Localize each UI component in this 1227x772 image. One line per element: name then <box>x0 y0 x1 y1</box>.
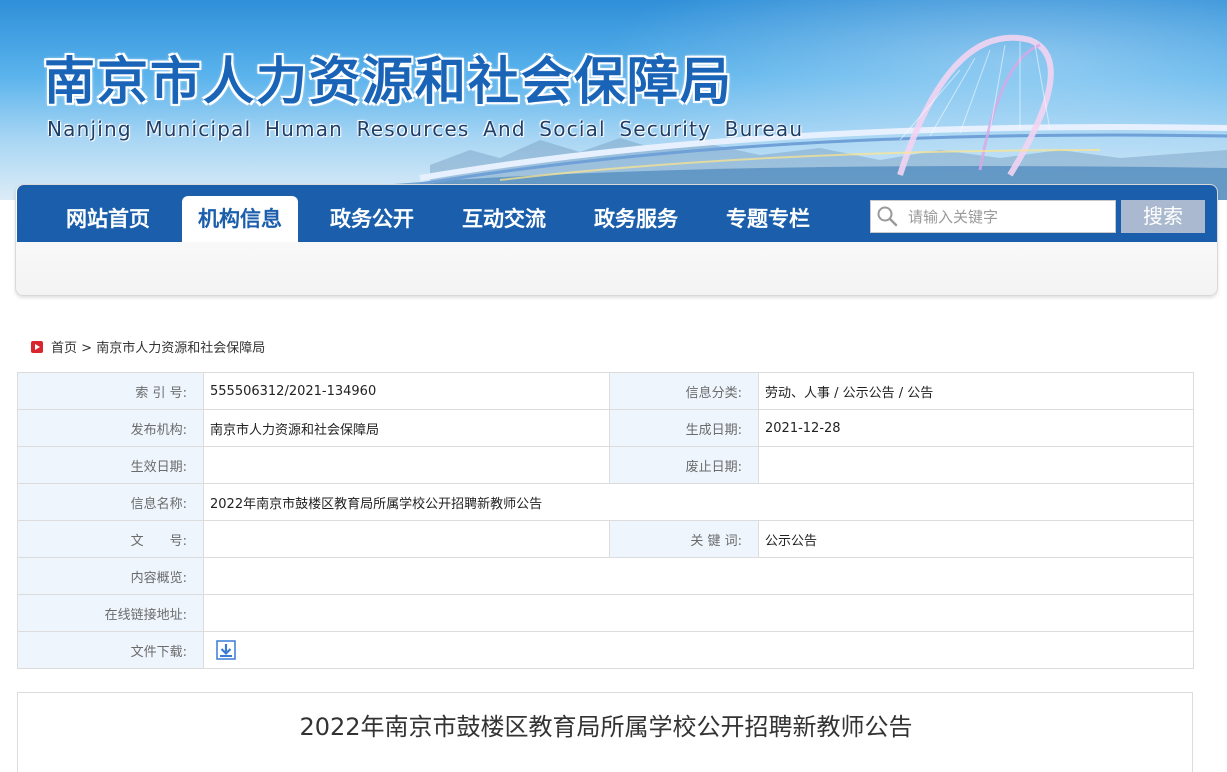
download-icon[interactable] <box>216 640 236 660</box>
document-info-table: 索 引 号: 555506312/2021-134960 信息分类: 劳动、人事… <box>17 372 1194 669</box>
info-name-value: 2022年南京市鼓楼区教育局所属学校公开招聘新教师公告 <box>203 483 1194 521</box>
table-row: 生效日期: 废止日期: <box>17 446 1194 484</box>
table-row: 信息名称: 2022年南京市鼓楼区教育局所属学校公开招聘新教师公告 <box>17 483 1194 521</box>
keywords-value: 公示公告 <box>758 520 1194 558</box>
site-subtitle: Nanjing Municipal Human Resources And So… <box>47 117 804 141</box>
effective-date-value <box>203 446 610 484</box>
table-row: 文件下载: <box>17 631 1194 669</box>
article-title: 2022年南京市鼓楼区教育局所属学校公开招聘新教师公告 <box>299 713 913 741</box>
keywords-label: 关 键 词: <box>609 520 759 558</box>
nav-item-home[interactable]: 网站首页 <box>50 196 166 242</box>
table-row: 内容概览: <box>17 557 1194 595</box>
created-date-label: 生成日期: <box>609 409 759 447</box>
category-label: 信息分类: <box>609 372 759 410</box>
created-date-value: 2021-12-28 <box>758 409 1194 447</box>
publisher-value: 南京市人力资源和社会保障局 <box>203 409 610 447</box>
site-title: 南京市人力资源和社会保障局 <box>44 52 734 112</box>
nav-item-org-info[interactable]: 机构信息 <box>182 196 298 242</box>
online-link-label: 在线链接地址: <box>17 594 204 632</box>
index-number-value: 555506312/2021-134960 <box>203 372 610 410</box>
search-input[interactable] <box>908 203 1108 231</box>
expiry-date-value <box>758 446 1194 484</box>
file-download-cell <box>203 631 1194 669</box>
nav-item-special-topics[interactable]: 专题专栏 <box>710 196 826 242</box>
breadcrumb-current-link[interactable]: 南京市人力资源和社会保障局 <box>96 341 265 356</box>
breadcrumb-home-link[interactable]: 首页 <box>51 341 77 356</box>
summary-label: 内容概览: <box>17 557 204 595</box>
site-banner: 南京市人力资源和社会保障局 Nanjing Municipal Human Re… <box>0 0 1227 200</box>
search-button[interactable]: 搜索 <box>1121 200 1205 233</box>
effective-date-label: 生效日期: <box>17 446 204 484</box>
article-panel: 2022年南京市鼓楼区教育局所属学校公开招聘新教师公告 <box>17 692 1193 772</box>
breadcrumb: 首页 > 南京市人力资源和社会保障局 <box>31 337 265 356</box>
index-number-label: 索 引 号: <box>17 372 204 410</box>
table-row: 在线链接地址: <box>17 594 1194 632</box>
location-icon <box>31 341 43 353</box>
table-row: 发布机构: 南京市人力资源和社会保障局 生成日期: 2021-12-28 <box>17 409 1194 447</box>
expiry-date-label: 废止日期: <box>609 446 759 484</box>
table-row: 文 号: 关 键 词: 公示公告 <box>17 520 1194 558</box>
nav-item-interaction[interactable]: 互动交流 <box>446 196 562 242</box>
summary-value <box>203 557 1194 595</box>
publisher-label: 发布机构: <box>17 409 204 447</box>
search-icon <box>877 206 898 227</box>
category-value: 劳动、人事 / 公示公告 / 公告 <box>758 372 1194 410</box>
online-link-value <box>203 594 1194 632</box>
document-number-value <box>203 520 610 558</box>
info-name-label: 信息名称: <box>17 483 204 521</box>
document-number-label: 文 号: <box>17 520 204 558</box>
file-download-label: 文件下载: <box>17 631 204 669</box>
nav-item-gov-services[interactable]: 政务服务 <box>578 196 694 242</box>
table-row: 索 引 号: 555506312/2021-134960 信息分类: 劳动、人事… <box>17 372 1194 410</box>
nav-item-gov-affairs-public[interactable]: 政务公开 <box>314 196 430 242</box>
breadcrumb-separator: > <box>81 341 93 356</box>
